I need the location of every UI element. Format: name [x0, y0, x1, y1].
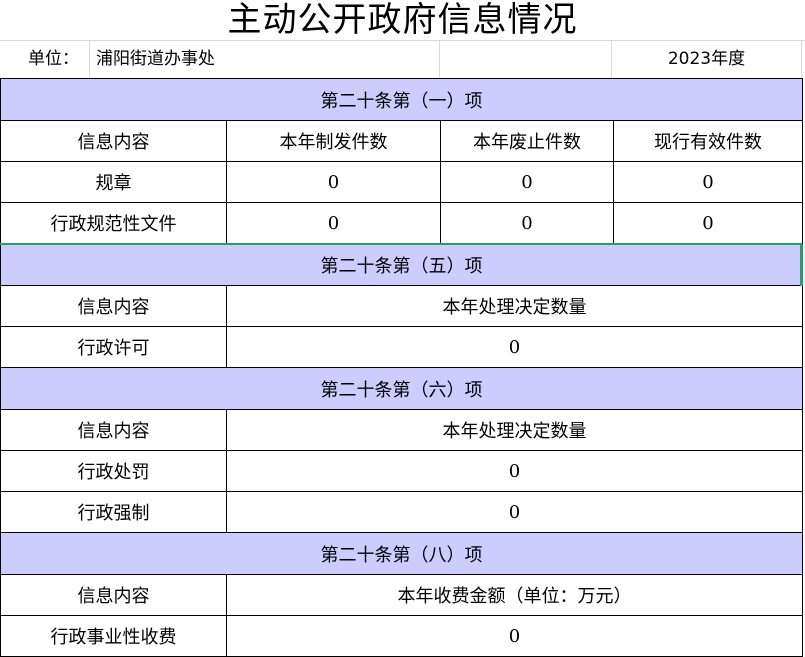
value-cell[interactable]: 0 [226, 326, 803, 368]
table-row: 行政许可 0 [0, 326, 803, 368]
section-heading[interactable]: 第二十条第（六）项 [0, 367, 803, 410]
year-cell[interactable]: 2023年度 [612, 40, 802, 78]
section-heading-row: 第二十条第（六）项 [0, 367, 803, 410]
info-table: 第二十条第（一）项 信息内容 本年制发件数 本年废止件数 现行有效件数 规章 0… [0, 78, 803, 657]
value-cell[interactable]: 0 [226, 450, 803, 492]
row-label-cell[interactable]: 行政事业性收费 [0, 615, 227, 657]
value-cell[interactable]: 0 [226, 161, 441, 203]
selection-border [0, 243, 802, 245]
unit-label[interactable]: 单位： [0, 40, 90, 78]
selection-handle[interactable] [800, 244, 803, 286]
header-cell[interactable]: 信息内容 [0, 120, 227, 162]
row-label-cell[interactable]: 行政处罚 [0, 450, 227, 492]
row-label-cell[interactable]: 行政许可 [0, 326, 227, 368]
header-cell[interactable]: 本年制发件数 [226, 120, 441, 162]
value-cell[interactable]: 0 [613, 202, 803, 244]
page-title: 主动公开政府信息情况 [227, 0, 578, 40]
table-row: 行政规范性文件 0 0 0 [0, 202, 803, 244]
empty-cell[interactable] [440, 40, 612, 78]
header-cell[interactable]: 本年处理决定数量 [226, 409, 803, 451]
value-cell[interactable]: 0 [613, 161, 803, 203]
row-label-cell[interactable]: 规章 [0, 161, 227, 203]
row-label-cell[interactable]: 行政规范性文件 [0, 202, 227, 244]
section-heading-row: 第二十条第（八）项 [0, 532, 803, 575]
header-cell[interactable]: 信息内容 [0, 409, 227, 451]
table-header-row: 信息内容 本年处理决定数量 [0, 409, 803, 451]
header-cell[interactable]: 本年废止件数 [440, 120, 614, 162]
value-cell[interactable]: 0 [226, 491, 803, 533]
section-heading[interactable]: 第二十条第（一）项 [0, 78, 803, 121]
row-label-cell[interactable]: 行政强制 [0, 491, 227, 533]
table-header-row: 信息内容 本年处理决定数量 [0, 285, 803, 327]
table-row: 行政强制 0 [0, 491, 803, 533]
value-cell[interactable]: 0 [440, 161, 614, 203]
unit-name[interactable]: 浦阳街道办事处 [90, 40, 440, 78]
section-heading[interactable]: 第二十条第（八）项 [0, 532, 803, 575]
table-row: 规章 0 0 0 [0, 161, 803, 203]
table-row: 行政处罚 0 [0, 450, 803, 492]
value-cell[interactable]: 0 [226, 615, 803, 657]
header-cell[interactable]: 信息内容 [0, 574, 227, 616]
header-cell[interactable]: 信息内容 [0, 285, 227, 327]
header-cell[interactable]: 现行有效件数 [613, 120, 803, 162]
section-heading-row: 第二十条第（一）项 [0, 78, 803, 121]
value-cell[interactable]: 0 [440, 202, 614, 244]
section-heading-row: 第二十条第（五）项 [0, 243, 803, 286]
unit-row: 单位： 浦阳街道办事处 2023年度 [0, 40, 805, 78]
table-header-row: 信息内容 本年制发件数 本年废止件数 现行有效件数 [0, 120, 803, 162]
value-cell[interactable]: 0 [226, 202, 441, 244]
header-cell[interactable]: 本年处理决定数量 [226, 285, 803, 327]
table-header-row: 信息内容 本年收费金额（单位：万元） [0, 574, 803, 616]
section-heading[interactable]: 第二十条第（五）项 [0, 243, 803, 286]
table-row: 行政事业性收费 0 [0, 615, 803, 657]
header-cell[interactable]: 本年收费金额（单位：万元） [226, 574, 803, 616]
